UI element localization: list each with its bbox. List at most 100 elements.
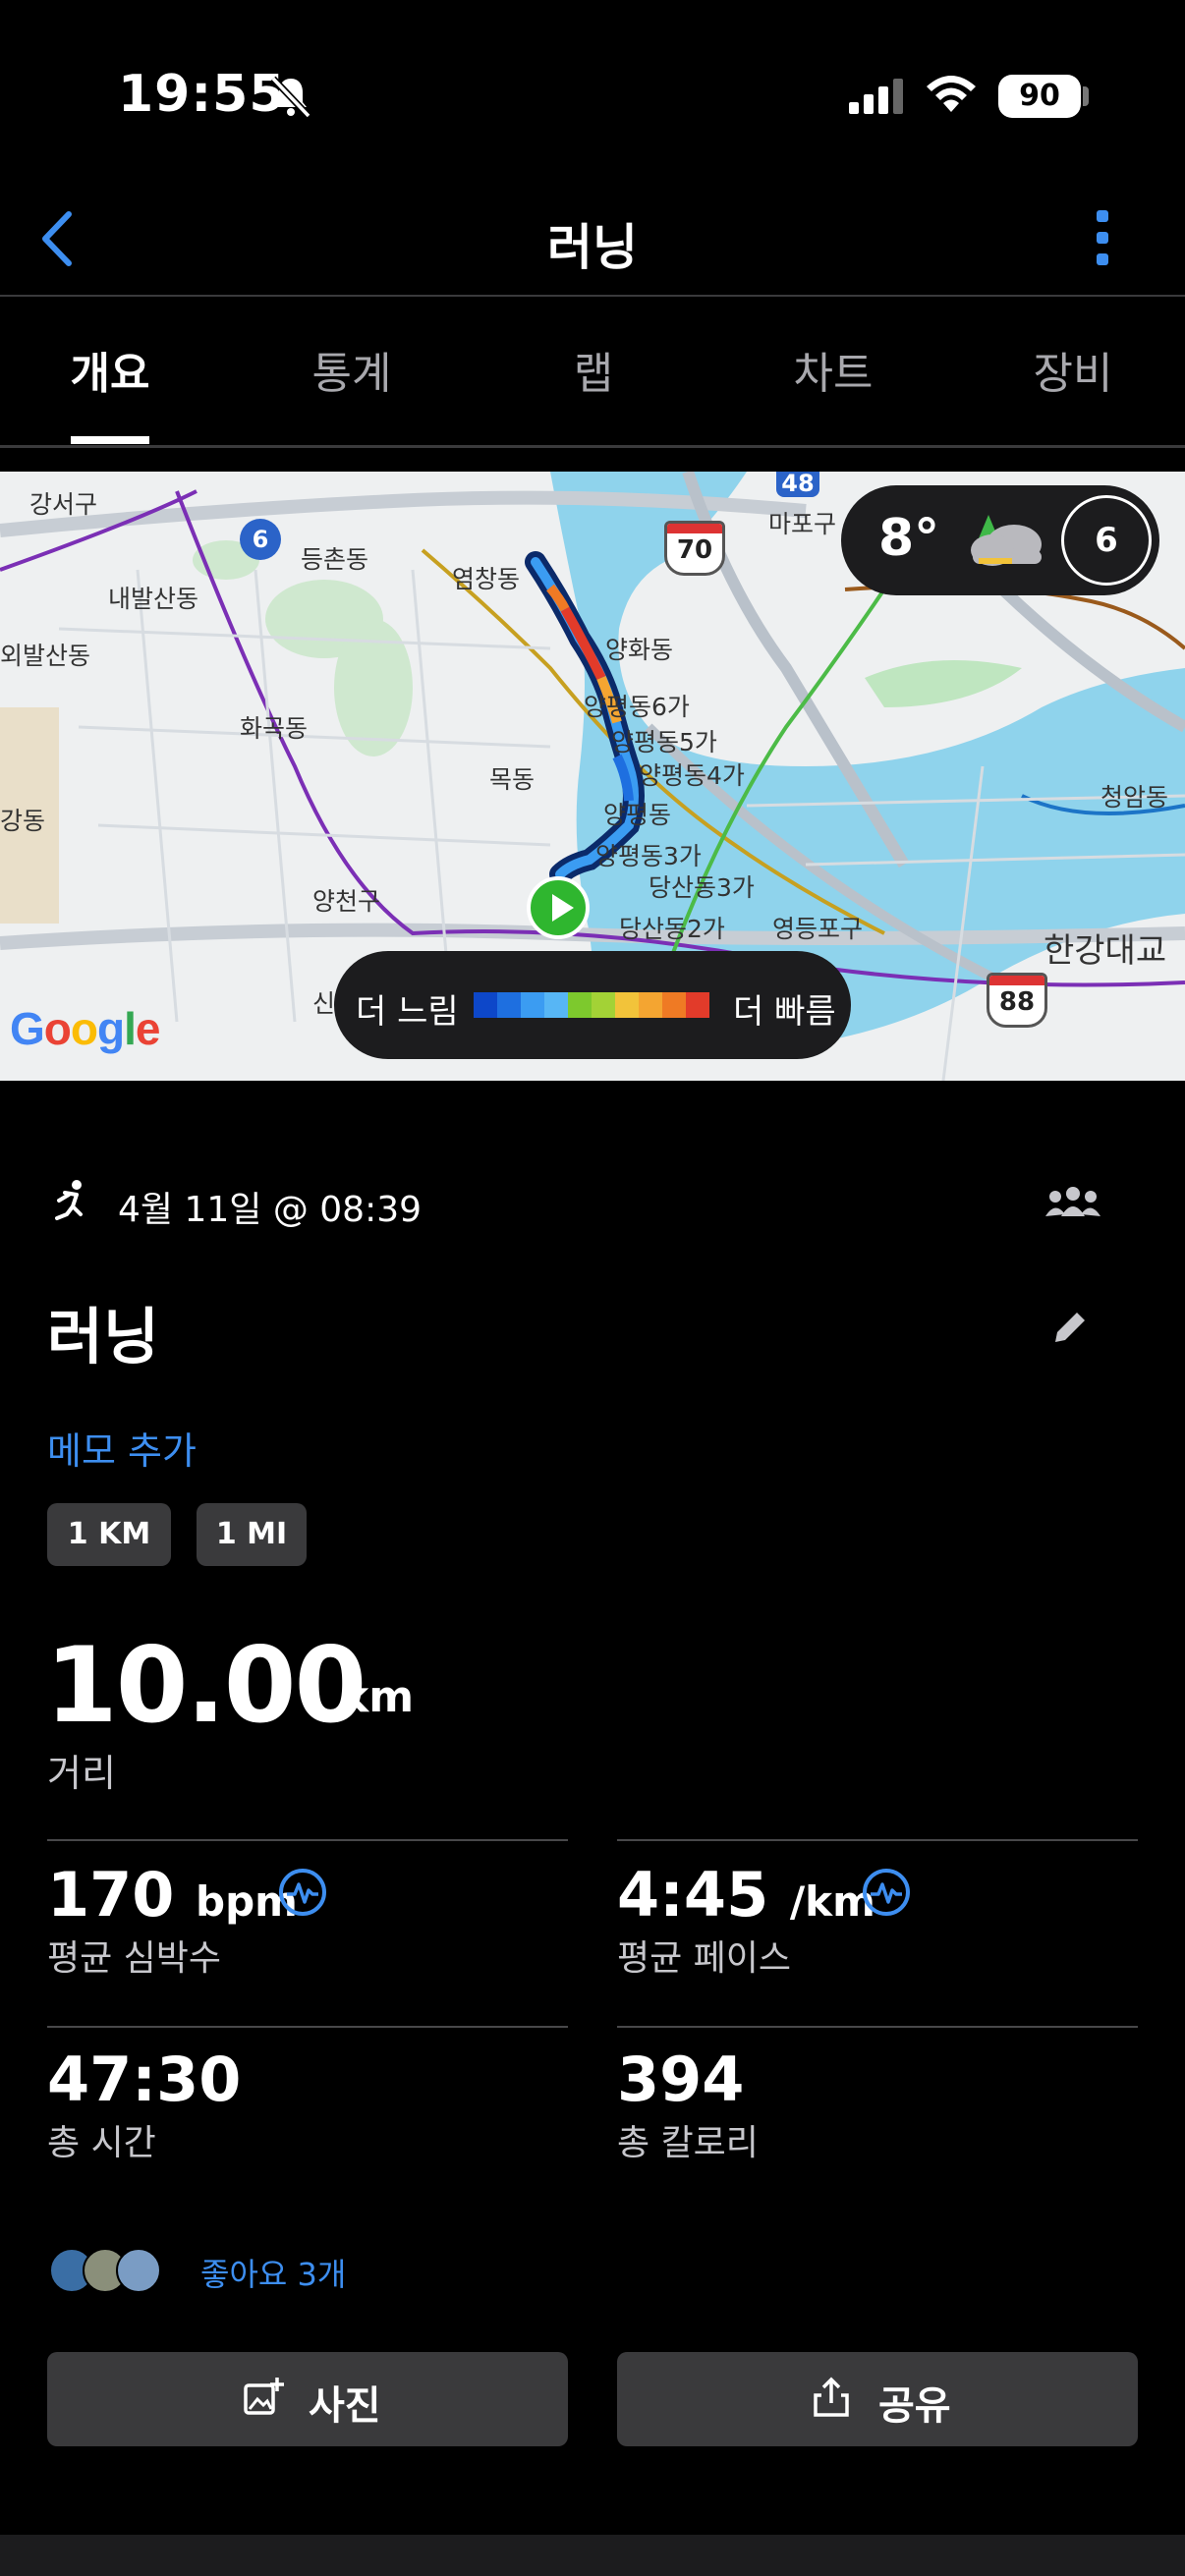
map-label: 영등포구 xyxy=(772,915,864,943)
map-label: 목동 xyxy=(489,765,536,794)
likes-count-link[interactable]: 좋아요 3개 xyxy=(200,2250,346,2295)
more-vertical-icon[interactable] xyxy=(1089,204,1116,273)
pace-color-segment xyxy=(497,992,521,1018)
weather-pill: 8° 6 xyxy=(841,485,1159,595)
wifi-icon xyxy=(927,76,976,112)
activity-header: 4월 11일 @ 08:39 xyxy=(47,1175,1148,1234)
map-label: 한강대교 xyxy=(1044,931,1167,971)
total-time-value: 47:30 xyxy=(47,2044,242,2115)
pace-legend: 더 느림 더 빠름 xyxy=(334,951,851,1059)
map-label: 등촌동 xyxy=(301,545,369,574)
tab-charts[interactable]: 차트 xyxy=(755,338,912,401)
pace-zone-icon[interactable] xyxy=(861,1867,912,1918)
map-label: 양평동5가 xyxy=(611,728,717,756)
share-icon xyxy=(814,2377,849,2417)
divider xyxy=(617,2026,1138,2028)
avg-heart-rate-value: 170 xyxy=(47,1859,175,1931)
avg-heart-rate: 170 bpm xyxy=(47,1859,298,1931)
pace-color-segment xyxy=(615,992,639,1018)
tab-overview[interactable]: 개요 xyxy=(31,338,189,401)
split-1km-chip[interactable]: 1 KM xyxy=(47,1503,171,1566)
share-button[interactable]: 공유 xyxy=(617,2352,1138,2446)
distance-label: 거리 xyxy=(47,1752,116,1795)
map-label: 양평동4가 xyxy=(639,761,745,790)
highway-shield: 88 xyxy=(987,973,1047,1028)
map-label: 염창동 xyxy=(452,565,521,593)
activity-title: 러닝 xyxy=(47,1301,160,1372)
map-label: 화곡동 xyxy=(240,714,309,743)
distance-unit: km xyxy=(340,1672,415,1722)
google-logo: Google xyxy=(10,1003,160,1054)
avg-pace-value: 4:45 xyxy=(617,1859,769,1931)
avg-pace-label: 평균 페이스 xyxy=(617,1938,792,1979)
tab-active-indicator xyxy=(71,436,149,444)
tab-gear[interactable]: 장비 xyxy=(994,338,1152,401)
cellular-signal-icon xyxy=(849,79,903,114)
avatar xyxy=(116,2248,161,2293)
page-title: 러닝 xyxy=(547,219,638,276)
map-label: 양화동 xyxy=(605,636,674,664)
route-map[interactable]: 강서구 내발산동 외발산동 강동 등촌동 염창동 화곡동 목동 양천구 양화동 … xyxy=(0,472,1185,1081)
map-label: 당산동2가 xyxy=(619,915,725,943)
map-label: 양평동 xyxy=(603,801,672,829)
running-icon xyxy=(55,1180,83,1220)
add-memo-link[interactable]: 메모 추가 xyxy=(47,1421,197,1475)
pace-color-segment xyxy=(662,992,686,1018)
pace-color-segment xyxy=(568,992,592,1018)
tab-stats[interactable]: 통계 xyxy=(273,338,430,401)
tab-bar: 개요 통계 랩 차트 장비 xyxy=(0,299,1185,448)
status-time: 19:55 xyxy=(118,65,286,124)
pace-color-segment xyxy=(521,992,544,1018)
activity-date: 4월 11일 @ 08:39 xyxy=(118,1190,423,1230)
map-label: 내발산동 xyxy=(108,585,199,613)
map-label: 강서구 xyxy=(29,490,98,519)
distance-value: 10.00 xyxy=(45,1625,367,1746)
divider xyxy=(617,1839,1138,1841)
bottom-bar xyxy=(0,2535,1185,2576)
add-photo-icon xyxy=(244,2378,284,2415)
map-label: 양평동3가 xyxy=(595,842,702,870)
share-label: 공유 xyxy=(878,2383,951,2429)
map-label: 양천구 xyxy=(312,887,381,916)
map-label: 양평동6가 xyxy=(584,693,690,721)
tab-laps[interactable]: 랩 xyxy=(515,338,672,401)
bell-slash-icon xyxy=(270,76,311,119)
heart-rate-zone-icon[interactable] xyxy=(277,1867,328,1918)
status-bar: 19:55 90 xyxy=(0,0,1185,187)
pace-color-segment xyxy=(474,992,497,1018)
avg-heart-rate-label: 평균 심박수 xyxy=(47,1938,222,1979)
avg-pace: 4:45 /km xyxy=(617,1859,875,1931)
map-label: 신 xyxy=(312,989,336,1018)
route-badge: 48 xyxy=(776,472,819,497)
total-calories-value: 394 xyxy=(617,2044,745,2115)
add-photo-label: 사진 xyxy=(309,2383,381,2429)
divider xyxy=(47,1839,568,1841)
pace-color-segment xyxy=(686,992,709,1018)
map-label: 강동 xyxy=(0,807,46,835)
map-label: 외발산동 xyxy=(0,642,91,670)
battery-cap xyxy=(1083,86,1089,106)
highway-shield: 70 xyxy=(664,521,725,576)
likes-avatars[interactable] xyxy=(49,2248,161,2293)
pencil-icon[interactable] xyxy=(1047,1307,1091,1350)
add-photo-button[interactable]: 사진 xyxy=(47,2352,568,2446)
battery-indicator: 90 xyxy=(998,75,1081,118)
pace-color-segment xyxy=(639,992,662,1018)
split-1mi-chip[interactable]: 1 MI xyxy=(197,1503,307,1566)
start-marker-icon xyxy=(527,876,590,939)
pace-color-segment xyxy=(544,992,568,1018)
legend-slow-label: 더 느림 xyxy=(356,992,459,1032)
wind-indicator: 6 xyxy=(1061,495,1152,586)
legend-fast-label: 더 빠름 xyxy=(733,992,836,1032)
weather-temp: 8° xyxy=(878,509,940,568)
pace-color-segment xyxy=(592,992,615,1018)
total-time-label: 총 시간 xyxy=(47,2123,156,2163)
total-calories-label: 총 칼로리 xyxy=(617,2123,759,2163)
pace-color-scale xyxy=(474,992,709,1018)
cloud-icon xyxy=(971,515,1042,566)
nav-bar: 러닝 xyxy=(0,187,1185,297)
map-label: 당산동3가 xyxy=(649,873,755,902)
route-badge: 6 xyxy=(240,519,281,560)
divider xyxy=(47,2026,568,2028)
group-icon[interactable] xyxy=(1044,1185,1102,1220)
